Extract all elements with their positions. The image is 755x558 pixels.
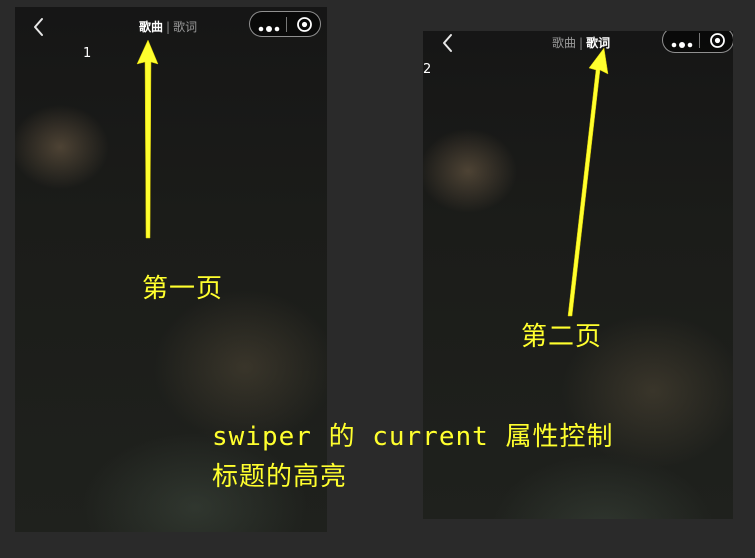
annotation-note-line-2: 标题的高亮 (212, 462, 348, 492)
tab-separator: | (166, 20, 171, 34)
miniprogram-capsule (249, 11, 321, 37)
title-tabs: 歌曲 | 歌词 (552, 34, 610, 51)
annotation-page-one: 第一页 (142, 274, 224, 304)
tab-lyrics[interactable]: 歌词 (586, 34, 610, 51)
title-tabs: 歌曲 | 歌词 (139, 18, 197, 35)
miniprogram-capsule (662, 31, 733, 53)
target-circle-icon[interactable] (709, 32, 726, 49)
tab-song[interactable]: 歌曲 (552, 34, 576, 51)
annotation-page-two: 第二页 (521, 322, 603, 352)
capsule-divider (699, 33, 700, 48)
tab-separator: | (579, 36, 584, 50)
capsule-divider (286, 17, 287, 32)
page-number: 1 (83, 46, 92, 61)
tab-song[interactable]: 歌曲 (139, 18, 163, 35)
page-number: 2 (423, 62, 432, 77)
annotation-note-line-1: swiper 的 current 属性控制 (212, 422, 614, 452)
tab-lyrics[interactable]: 歌词 (173, 18, 197, 35)
back-chevron-icon[interactable] (438, 31, 458, 55)
more-dots-icon[interactable] (258, 19, 280, 32)
more-dots-icon[interactable] (671, 35, 693, 48)
target-circle-icon[interactable] (296, 16, 313, 33)
back-chevron-icon[interactable] (29, 15, 49, 39)
